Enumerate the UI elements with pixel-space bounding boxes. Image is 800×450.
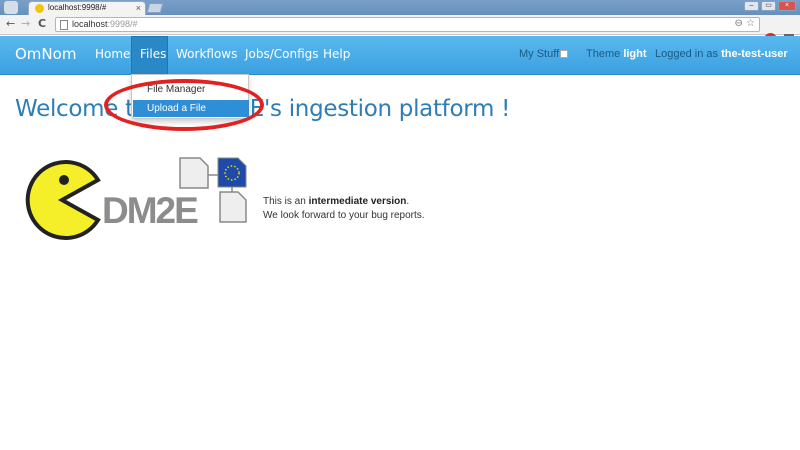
window-controls: – ▭ × [744,1,796,11]
dm2e-wordmark: DM2E [102,190,199,231]
forward-icon[interactable]: → [21,17,30,30]
my-stuff-toggle[interactable]: My Stuff [519,48,569,60]
browser-tab[interactable]: localhost:9998/# × [28,1,146,15]
close-window-button[interactable]: × [778,1,796,11]
username-link[interactable]: the-test-user [721,48,788,60]
login-status: Logged in as the-test-user [655,48,788,60]
omnibox-actions: ⊖ ☆ [734,18,755,29]
star-icon[interactable]: ☆ [746,18,755,29]
highlight-ellipse [104,79,264,131]
pacman-icon [25,160,101,240]
nav-files[interactable]: Files [131,36,168,75]
tab-close-icon[interactable]: × [136,3,141,13]
back-icon[interactable]: ← [6,17,15,30]
zoom-icon[interactable]: ⊖ [734,18,742,29]
page-icon [60,20,68,30]
nav-workflows[interactable]: Workflows [176,47,237,61]
my-stuff-checkbox[interactable] [560,50,569,58]
nav-jobs-configs[interactable]: Jobs/Configs [245,47,319,61]
address-bar[interactable]: localhost:9998/# ⊖ ☆ [55,17,760,32]
minimize-button[interactable]: – [744,1,759,11]
theme-value[interactable]: light [623,48,646,60]
nav-home[interactable]: Home [95,47,130,61]
intro-line-1: This is an intermediate version. [263,196,410,207]
brand[interactable]: OmNom [15,45,76,63]
pacman-favicon-icon [35,4,44,13]
tab-title: localhost:9998/# [48,3,107,12]
intro-line-2: We look forward to your bug reports. [263,210,425,221]
nav-files-label: Files [140,47,167,61]
new-tab-button[interactable] [146,3,164,13]
browser-toolbar: ← → C localhost:9998/# ⊖ ☆ ABP [0,15,800,46]
maximize-button[interactable]: ▭ [761,1,776,11]
browser-tabstrip: localhost:9998/# × – ▭ × [0,0,800,15]
nav-help[interactable]: Help [323,47,350,61]
theme-switcher[interactable]: Theme light [586,48,647,60]
app-navbar: OmNom Home Files Workflows Jobs/Configs … [0,36,800,75]
url-text[interactable]: localhost:9998/# [72,19,138,29]
reload-icon[interactable]: C [38,17,46,30]
profile-icon[interactable] [4,1,18,14]
intro-text: This is an intermediate version. We look… [263,195,425,223]
eu-flag-icon [217,157,247,188]
